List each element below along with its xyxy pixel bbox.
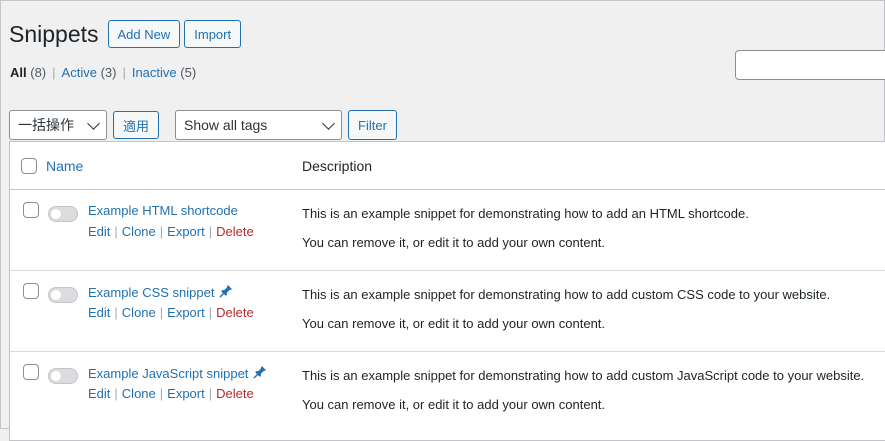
clone-link[interactable]: Clone — [122, 224, 156, 239]
snippet-name: Example CSS snippet — [88, 285, 215, 300]
filter-separator: | — [52, 65, 56, 80]
delete-link[interactable]: Delete — [216, 305, 254, 320]
action-separator: | — [159, 224, 164, 239]
row-actions: Edit | Clone | Export | Delete — [88, 224, 254, 239]
import-button[interactable]: Import — [184, 20, 242, 48]
pin-icon — [253, 365, 267, 382]
tags-select[interactable]: Show all tags — [175, 110, 343, 140]
activation-toggle[interactable] — [48, 206, 78, 222]
column-name-header[interactable]: Name — [46, 158, 83, 174]
table-row: Example HTML shortcode Edit | Clone | Export |… — [10, 190, 885, 271]
filter-button[interactable]: Filter — [348, 110, 397, 140]
filter-active[interactable]: Active — [62, 65, 97, 80]
clone-link[interactable]: Clone — [122, 305, 156, 320]
action-separator: | — [114, 386, 118, 401]
filter-active-count: (3) — [100, 65, 117, 80]
export-link[interactable]: Export — [167, 224, 205, 239]
add-new-button[interactable]: Add New — [107, 20, 181, 48]
bulk-action-select[interactable]: 一括操作 — [9, 110, 107, 140]
filter-separator: | — [122, 65, 126, 80]
snippet-name: Example JavaScript snippet — [88, 366, 249, 381]
table-header: Name Description — [10, 142, 885, 190]
snippet-description: This is an example snippet for demonstra… — [302, 287, 831, 302]
table-nav: 一括操作 適用 Show all tags Filter — [9, 110, 397, 140]
filter-all-count: (8) — [30, 65, 47, 80]
snippet-description: This is an example snippet for demonstra… — [302, 368, 865, 383]
filter-all-label: All — [10, 65, 27, 80]
action-separator: | — [208, 305, 213, 320]
filter-inactive[interactable]: Inactive — [132, 65, 177, 80]
chevron-down-icon — [87, 116, 100, 130]
export-link[interactable]: Export — [167, 305, 205, 320]
search-input[interactable] — [735, 50, 885, 80]
row-checkbox[interactable] — [23, 283, 39, 299]
snippet-description-note: You can remove it, or edit it to add you… — [302, 235, 606, 250]
row-checkbox[interactable] — [23, 364, 39, 380]
snippet-description: This is an example snippet for demonstra… — [302, 206, 749, 221]
snippet-name-link[interactable]: Example CSS snippet — [88, 284, 233, 301]
tags-select-value: Show all tags — [184, 117, 268, 133]
row-actions: Edit | Clone | Export | Delete — [88, 386, 254, 401]
select-all-checkbox[interactable] — [21, 158, 37, 174]
snippet-name: Example HTML shortcode — [88, 203, 238, 218]
snippet-description-note: You can remove it, or edit it to add you… — [302, 316, 606, 331]
action-separator: | — [114, 305, 118, 320]
edit-link[interactable]: Edit — [88, 386, 110, 401]
apply-button[interactable]: 適用 — [113, 111, 160, 139]
export-link[interactable]: Export — [167, 386, 205, 401]
activation-toggle[interactable] — [48, 368, 78, 384]
action-separator: | — [208, 386, 213, 401]
edit-link[interactable]: Edit — [88, 305, 110, 320]
snippet-name-link[interactable]: Example HTML shortcode — [88, 203, 238, 218]
action-separator: | — [159, 386, 164, 401]
delete-link[interactable]: Delete — [216, 386, 254, 401]
bulk-action-value: 一括操作 — [18, 117, 74, 133]
row-actions: Edit | Clone | Export | Delete — [88, 305, 254, 320]
chevron-down-icon — [322, 116, 335, 130]
edit-link[interactable]: Edit — [88, 224, 110, 239]
clone-link[interactable]: Clone — [122, 386, 156, 401]
action-separator: | — [114, 224, 118, 239]
activation-toggle[interactable] — [48, 287, 78, 303]
page-title: Snippets — [9, 21, 99, 47]
action-separator: | — [159, 305, 164, 320]
snippet-description-note: You can remove it, or edit it to add you… — [302, 397, 606, 412]
row-checkbox[interactable] — [23, 202, 39, 218]
column-description-header: Description — [302, 158, 373, 174]
filter-all[interactable]: All — [10, 65, 27, 80]
filter-inactive-count: (5) — [180, 65, 197, 80]
status-filters: All (8) | Active (3) | Inactive (5) — [10, 65, 196, 80]
table-row: Example JavaScript snippet Edit | Clone | Exp… — [10, 352, 885, 432]
page-header: Snippets Add New Import — [9, 19, 242, 49]
action-separator: | — [208, 224, 213, 239]
snippet-name-link[interactable]: Example JavaScript snippet — [88, 365, 267, 382]
delete-link[interactable]: Delete — [216, 224, 254, 239]
snippets-table: Name Description Example HTML shortcode E… — [9, 141, 885, 441]
table-row: Example CSS snippet Edit | Clone | Export | Del… — [10, 271, 885, 352]
table-body: Example HTML shortcode Edit | Clone | Export |… — [10, 190, 885, 432]
pin-icon — [219, 284, 233, 301]
